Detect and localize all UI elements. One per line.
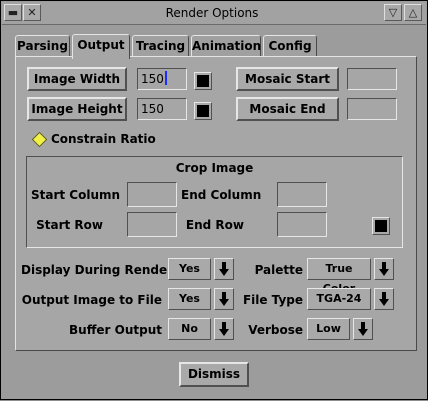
display-during-render-label: Display During Render <box>21 263 174 277</box>
mosaic-end-button[interactable]: Mosaic End <box>236 97 339 121</box>
image-width-field[interactable]: 150 <box>137 68 187 90</box>
end-column-label: End Column <box>181 188 262 202</box>
dismiss-button[interactable]: Dismiss <box>179 362 249 387</box>
buffer-output-label: Buffer Output <box>69 323 162 337</box>
file-type-label: File Type <box>242 293 303 307</box>
verbose-label: Verbose <box>248 323 303 337</box>
palette-dropdown[interactable] <box>374 258 394 280</box>
verbose-dropdown[interactable] <box>353 318 373 340</box>
constrain-ratio-diamond-icon[interactable] <box>31 131 48 148</box>
buffer-output-value[interactable]: No <box>168 318 211 340</box>
crop-image-title: Crop Image <box>175 161 254 175</box>
output-image-to-file-dropdown[interactable] <box>214 288 234 310</box>
end-column-field[interactable] <box>277 182 327 207</box>
down-arrow-icon <box>219 292 229 306</box>
image-width-toggle[interactable] <box>194 72 212 90</box>
down-arrow-icon <box>219 262 229 276</box>
buffer-output-dropdown[interactable] <box>214 318 234 340</box>
palette-label: Palette <box>254 263 303 277</box>
palette-value[interactable]: True Color <box>307 258 371 295</box>
render-options-window: ▬ ✕ Render Options ▽ △ Parsing Output Tr… <box>0 0 428 400</box>
file-type-dropdown[interactable] <box>374 288 394 310</box>
start-column-label: Start Column <box>31 188 121 202</box>
down-arrow-icon <box>379 292 389 306</box>
mosaic-end-field[interactable] <box>347 98 397 120</box>
image-width-value: 150 <box>141 72 164 86</box>
constrain-ratio-label[interactable]: Constrain Ratio <box>51 132 156 146</box>
down-arrow-icon <box>358 322 368 336</box>
mosaic-start-field[interactable] <box>347 68 397 90</box>
image-height-toggle[interactable] <box>194 102 212 120</box>
image-height-field[interactable]: 150 <box>137 98 187 120</box>
text-cursor <box>164 71 167 85</box>
end-row-field[interactable] <box>277 212 327 237</box>
start-row-label: Start Row <box>36 218 103 232</box>
start-row-field[interactable] <box>127 212 177 237</box>
crop-toggle[interactable] <box>372 217 390 235</box>
end-row-label: End Row <box>185 218 244 232</box>
image-width-button[interactable]: Image Width <box>27 67 127 91</box>
file-type-value[interactable]: TGA-24 <box>307 288 371 310</box>
output-image-to-file-value[interactable]: Yes <box>168 288 211 310</box>
display-during-render-value[interactable]: Yes <box>168 258 211 280</box>
down-arrow-icon <box>219 322 229 336</box>
start-column-field[interactable] <box>127 182 177 207</box>
display-during-render-dropdown[interactable] <box>214 258 234 280</box>
mosaic-start-button[interactable]: Mosaic Start <box>236 67 339 91</box>
output-image-to-file-label: Output Image to File <box>21 293 162 307</box>
verbose-value[interactable]: Low <box>307 318 350 340</box>
image-height-button[interactable]: Image Height <box>27 97 127 121</box>
down-arrow-icon <box>379 262 389 276</box>
